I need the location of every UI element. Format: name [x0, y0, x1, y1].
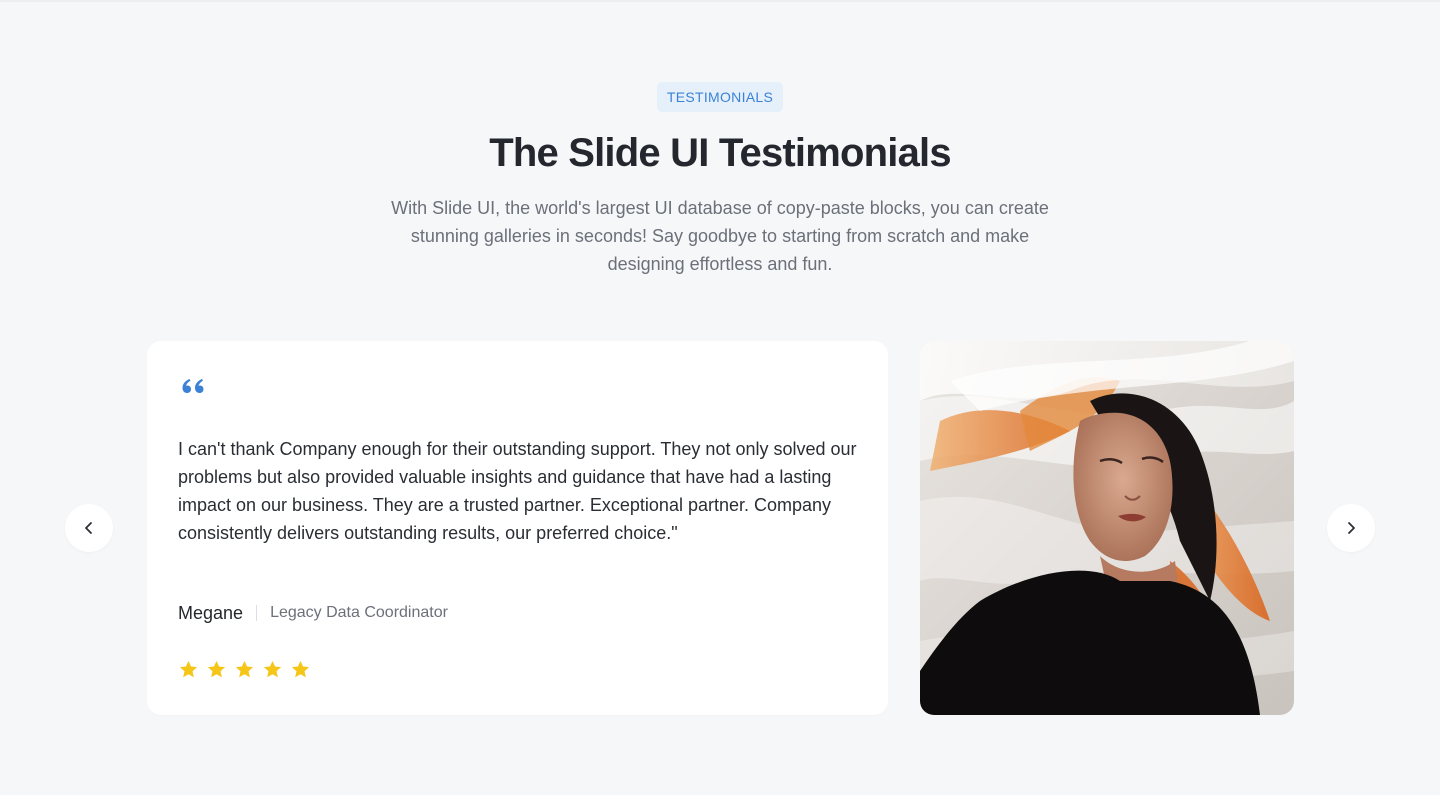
top-divider — [0, 0, 1440, 2]
author-role: Legacy Data Coordinator — [270, 604, 448, 621]
star-icon — [179, 660, 198, 678]
section-subtitle: With Slide UI, the world's largest UI da… — [391, 198, 1049, 274]
author-divider — [256, 605, 258, 621]
testimonial-card: I can't thank Company enough for their o… — [147, 341, 888, 715]
star-icon — [263, 660, 282, 678]
section-title: The Slide UI Testimonials — [489, 131, 951, 175]
previous-slide-button[interactable] — [65, 504, 113, 552]
testimonial-quote: I can't thank Company enough for their o… — [178, 439, 857, 543]
chevron-left-icon — [85, 522, 92, 534]
testimonial-photo — [920, 341, 1294, 715]
star-icon — [291, 660, 310, 678]
author-name: Megane — [178, 602, 244, 623]
star-rating — [178, 659, 311, 680]
section-badge: TESTIMONIALS — [657, 82, 783, 112]
quote-icon — [182, 379, 204, 393]
star-icon — [207, 660, 226, 678]
author-info: Megane Legacy Data Coordinator — [178, 600, 448, 626]
next-slide-button[interactable] — [1327, 504, 1375, 552]
star-icon — [235, 660, 254, 678]
portrait-photo-icon — [920, 341, 1294, 715]
chevron-right-icon — [1348, 522, 1355, 534]
